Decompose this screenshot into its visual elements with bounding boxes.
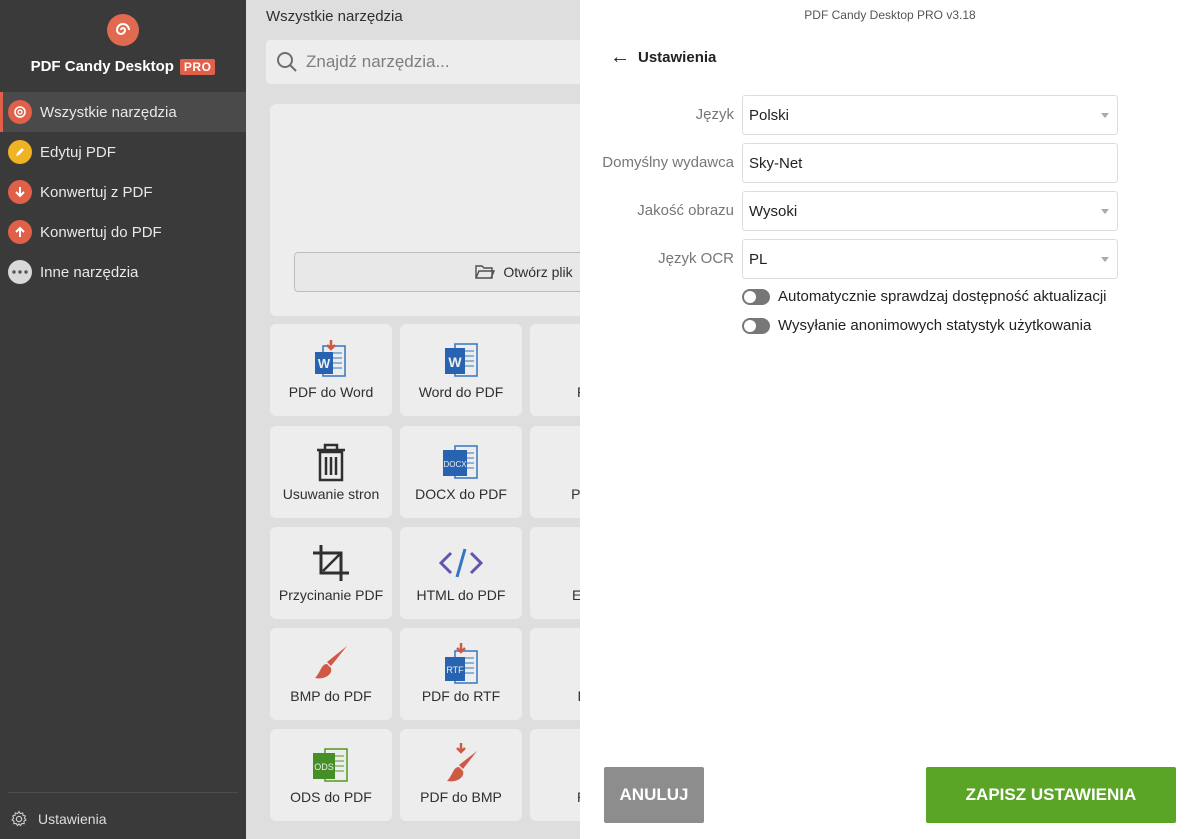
pro-badge: PRO	[179, 58, 216, 75]
sidebar-item-label: Inne narzędzia	[40, 263, 139, 281]
lollipop-logo-icon	[107, 14, 139, 46]
auto-update-toggle[interactable]	[742, 288, 770, 305]
image-quality-value: Wysoki	[749, 202, 798, 220]
logo: PDF Candy Desktop PRO	[0, 0, 246, 92]
save-settings-button[interactable]: ZAPISZ USTAWIENIA	[926, 767, 1176, 823]
arrow-up-icon	[8, 220, 32, 244]
cancel-button[interactable]: ANULUJ	[604, 767, 704, 823]
settings-label: Ustawienia	[38, 811, 107, 827]
sidebar-item-label: Konwertuj z PDF	[40, 183, 153, 201]
language-label: Język	[695, 106, 734, 123]
settings-heading: Ustawienia	[638, 49, 717, 66]
chevron-down-icon	[1101, 209, 1109, 214]
back-arrow-icon[interactable]: ←	[610, 46, 630, 69]
chevron-down-icon	[1101, 257, 1109, 262]
settings-header: ← Ustawienia	[610, 46, 716, 69]
sidebar-item-label: Edytuj PDF	[40, 143, 116, 161]
divider	[8, 792, 238, 793]
publisher-label: Domyślny wydawca	[602, 154, 734, 171]
ocr-language-label: Język OCR	[658, 250, 734, 267]
anon-stats-toggle[interactable]	[742, 317, 770, 334]
chevron-down-icon	[1101, 113, 1109, 118]
sidebar-item-convert-from-pdf[interactable]: Konwertuj z PDF	[0, 172, 246, 212]
ocr-language-value: PL	[749, 250, 768, 268]
anon-stats-row: Wysyłanie anonimowych statystyk użytkowa…	[742, 317, 1091, 334]
sidebar-item-label: Konwertuj do PDF	[40, 223, 162, 241]
publisher-value: Sky-Net	[749, 154, 803, 172]
lollipop-icon	[8, 100, 32, 124]
image-quality-label: Jakość obrazu	[637, 202, 734, 219]
sidebar-item-all-tools[interactable]: Wszystkie narzędzia	[0, 92, 246, 132]
sidebar-item-label: Wszystkie narzędzia	[40, 103, 177, 121]
language-value: Polski	[749, 106, 790, 124]
window-title: PDF Candy Desktop PRO v3.18	[804, 8, 976, 22]
publisher-input[interactable]: Sky-Net	[742, 143, 1118, 183]
more-dots-icon	[8, 260, 32, 284]
sidebar-item-edit-pdf[interactable]: Edytuj PDF	[0, 132, 246, 172]
arrow-down-icon	[8, 180, 32, 204]
sidebar-item-other-tools[interactable]: Inne narzędzia	[0, 252, 246, 292]
brand-name: PDF Candy Desktop	[30, 58, 174, 75]
anon-stats-label: Wysyłanie anonimowych statystyk użytkowa…	[778, 317, 1092, 334]
sidebar: PDF Candy Desktop PRO Wszystkie narzędzi…	[0, 0, 246, 839]
gear-icon	[11, 810, 27, 827]
sidebar-item-convert-to-pdf[interactable]: Konwertuj do PDF	[0, 212, 246, 252]
language-select[interactable]: Polski	[742, 95, 1118, 135]
sidebar-settings-link[interactable]: Ustawienia	[10, 809, 106, 829]
image-quality-select[interactable]: Wysoki	[742, 191, 1118, 231]
settings-panel: PDF Candy Desktop PRO v3.18 ← Ustawienia…	[580, 0, 1200, 839]
pencil-icon	[8, 140, 32, 164]
auto-update-label: Automatycznie sprawdzaj dostępność aktua…	[778, 288, 1107, 305]
ocr-language-select[interactable]: PL	[742, 239, 1118, 279]
auto-update-row: Automatycznie sprawdzaj dostępność aktua…	[742, 288, 1107, 305]
